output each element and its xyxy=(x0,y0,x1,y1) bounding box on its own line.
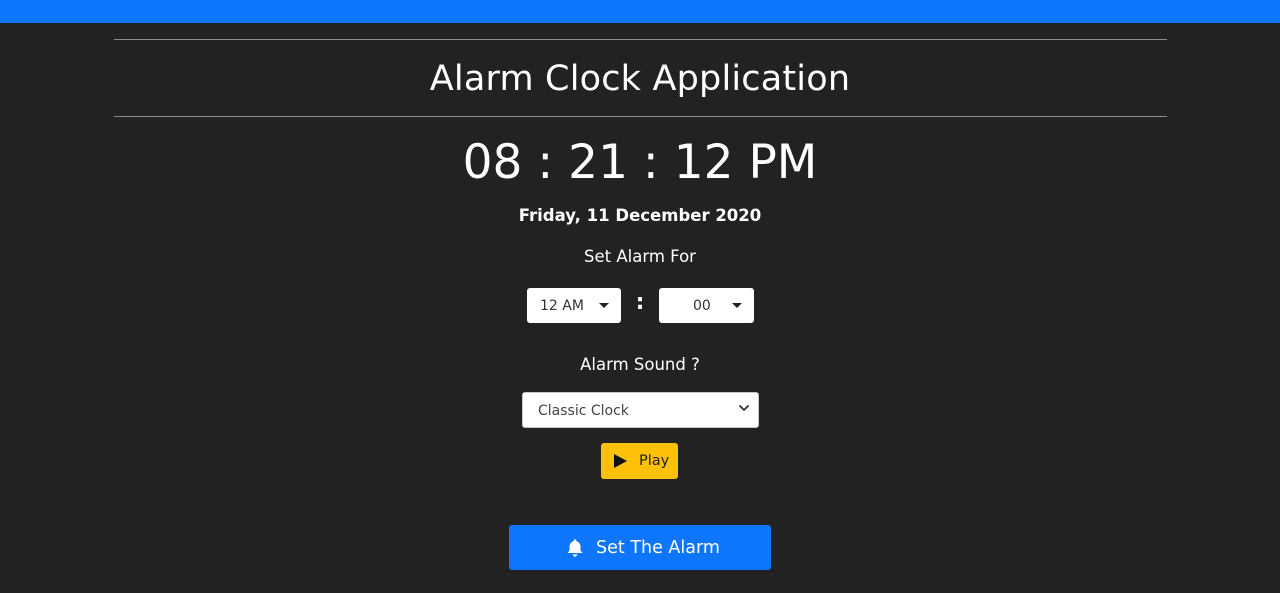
caret-down-icon xyxy=(732,303,742,308)
divider-bottom xyxy=(114,116,1167,117)
current-time: 08 : 21 : 12 PM xyxy=(462,135,818,190)
hour-select-value: 12 AM xyxy=(540,298,584,314)
bell-icon xyxy=(567,539,583,557)
top-navbar xyxy=(0,0,1280,23)
chevron-down-icon xyxy=(739,405,749,411)
current-date: Friday, 11 December 2020 xyxy=(518,206,762,225)
minute-select[interactable]: 00 xyxy=(659,288,754,323)
play-button-label: Play xyxy=(639,453,670,469)
page-title: Alarm Clock Application xyxy=(429,59,851,99)
divider-top xyxy=(114,39,1167,40)
hour-select[interactable]: 12 AM xyxy=(527,288,621,323)
alarm-sound-select[interactable]: Classic Clock xyxy=(522,392,759,428)
set-alarm-button[interactable]: Set The Alarm xyxy=(509,525,771,570)
time-separator: : xyxy=(635,290,645,315)
alarm-sound-select-value: Classic Clock xyxy=(538,403,629,419)
set-alarm-label: Set Alarm For xyxy=(584,247,696,266)
play-icon xyxy=(614,454,627,468)
minute-select-value: 00 xyxy=(693,298,711,314)
play-button[interactable]: Play xyxy=(601,443,678,479)
caret-down-icon xyxy=(599,303,609,308)
alarm-sound-label: Alarm Sound ? xyxy=(580,355,700,374)
set-alarm-button-label: Set The Alarm xyxy=(596,538,720,558)
